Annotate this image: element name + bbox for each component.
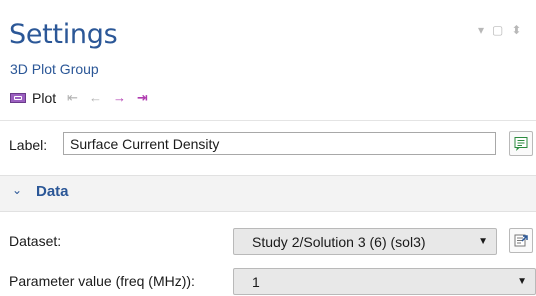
go-to-source-button[interactable] [509,228,533,253]
restore-window-icon[interactable]: ▢ [492,24,503,36]
dataset-select[interactable]: Study 2/Solution 3 (6) (sol3) ▼ [233,228,497,255]
label-input[interactable] [63,132,496,155]
pin-icon[interactable]: ⬍ [511,24,521,36]
dataset-label: Dataset: [9,233,62,249]
dropdown-menu-icon[interactable]: ▾ [478,24,484,36]
chevron-down-icon: ▼ [478,236,488,247]
data-section-header[interactable] [0,175,536,212]
plot-icon [10,93,26,103]
chevron-down-icon[interactable]: ⌄ [12,183,22,197]
label-field-label: Label: [9,137,48,153]
chevron-down-icon: ▼ [517,276,527,287]
node-label-button[interactable] [509,131,533,156]
settings-toolbar: Plot ⇤ ← → ⇥ [10,88,148,108]
parameter-value-select-value: 1 [252,273,260,290]
previous-arrow-icon[interactable]: ← [89,91,102,105]
first-arrow-icon[interactable]: ⇤ [67,91,78,105]
plot-button-label: Plot [32,90,57,106]
plot-button[interactable]: Plot [10,90,56,106]
parameter-value-label: Parameter value (freq (MHz)): [9,273,195,289]
data-section-title[interactable]: Data [36,183,69,201]
go-to-source-icon [514,234,528,246]
navigation-buttons: ⇤ ← → ⇥ [67,91,148,105]
last-arrow-icon[interactable]: ⇥ [137,91,148,105]
page-subtitle: 3D Plot Group [10,61,99,77]
parameter-value-select[interactable]: 1 ▼ [233,268,536,295]
next-arrow-icon[interactable]: → [113,91,126,105]
window-controls: ▾ ▢ ⬍ [478,24,521,36]
divider [0,120,536,121]
page-title: Settings [9,19,118,50]
comment-edit-icon [514,136,528,151]
dataset-select-value: Study 2/Solution 3 (6) (sol3) [252,233,426,250]
